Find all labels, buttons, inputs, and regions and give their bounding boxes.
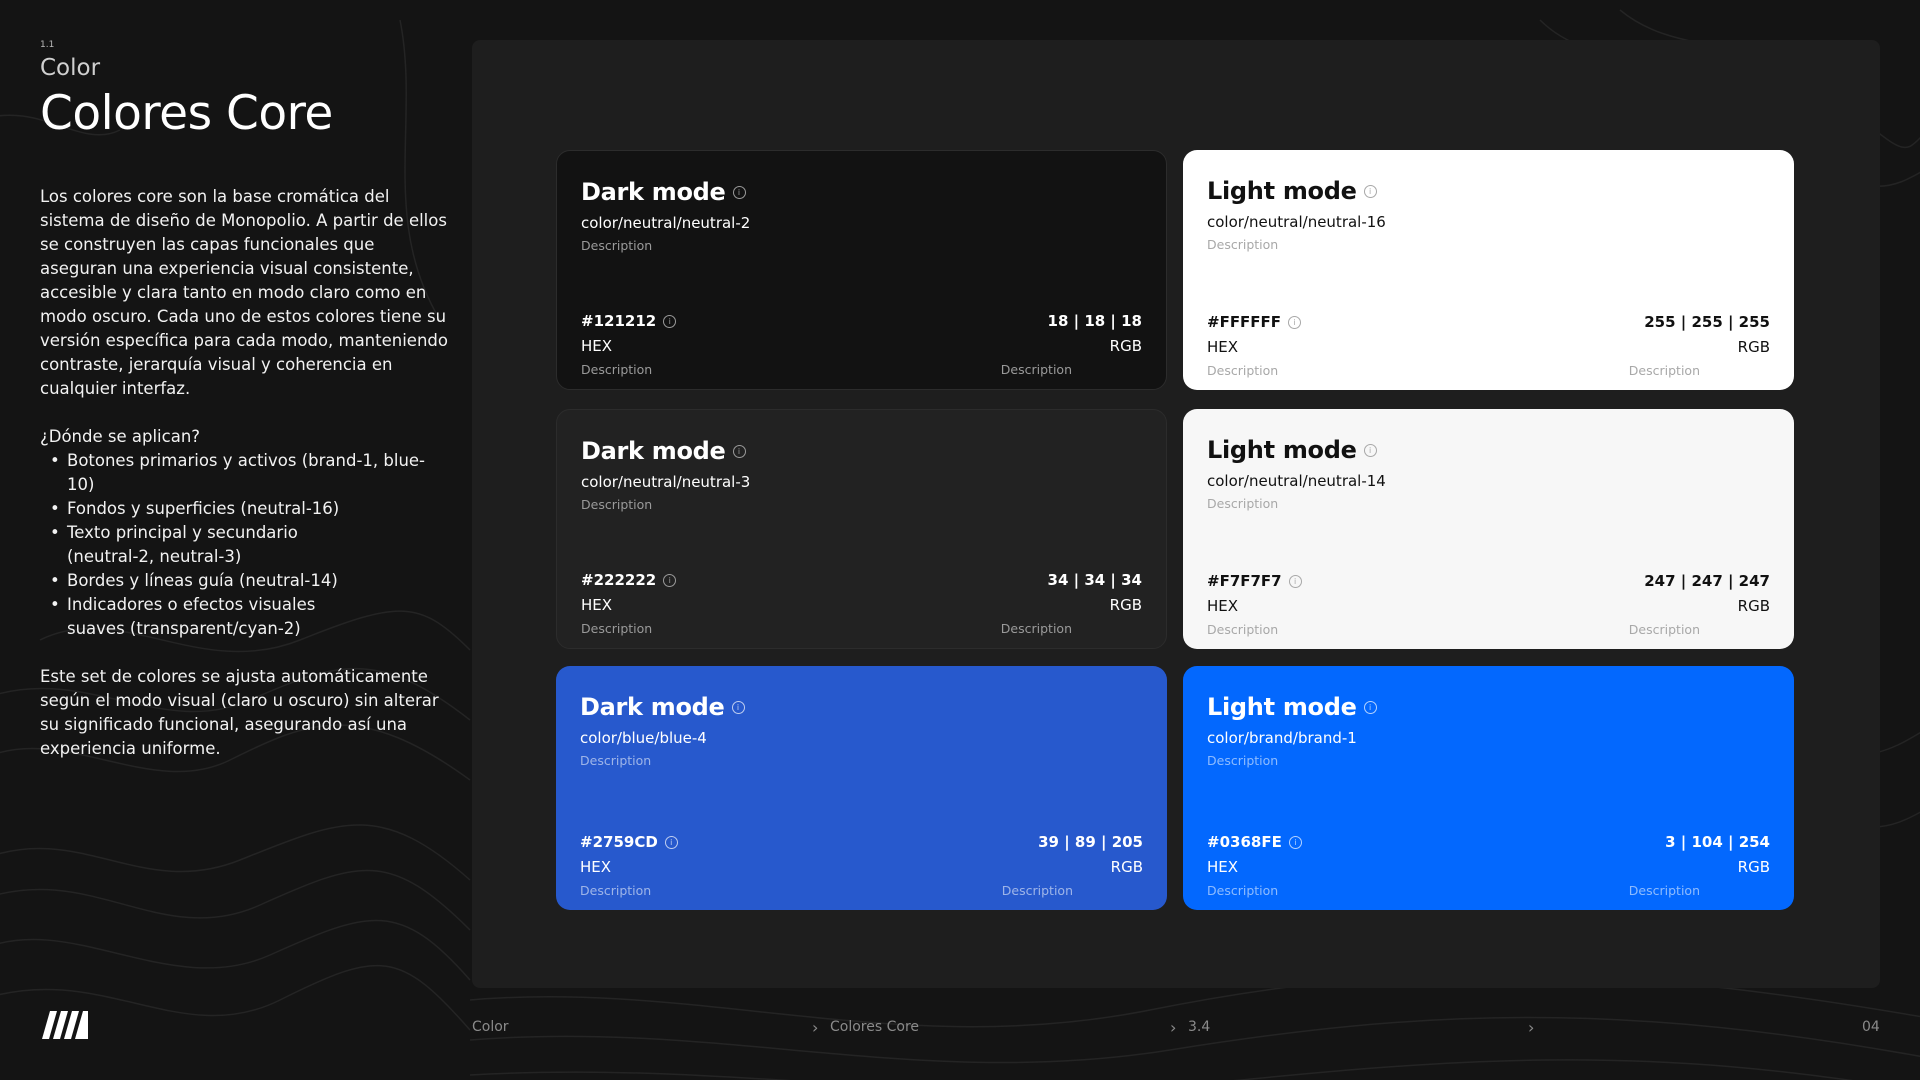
monopolio-logo [42, 1011, 88, 1039]
color-card-brand-1: Light mode i color/brand/brand-1 Descript… [1183, 666, 1794, 910]
intro-paragraph: Los colores core son la base cromática d… [40, 187, 448, 398]
breadcrumb-item-color[interactable]: Color [472, 1019, 509, 1035]
hex-label: HEX [580, 858, 612, 876]
rgb-label: RGB [1737, 858, 1770, 876]
info-icon[interactable]: i [732, 185, 746, 199]
closing-paragraph: Este set de colores se ajusta automática… [40, 667, 439, 758]
color-token: color/neutral/neutral-2 [581, 214, 751, 232]
color-token: color/blue/blue-4 [580, 729, 707, 747]
footer: Color › Colores Core › 3.4 › 04 [0, 1010, 1920, 1044]
rgb-value: 255 | 255 | 255 [1644, 313, 1770, 331]
card-description: Description [1207, 496, 1279, 511]
hex-value: #F7F7F7 [1207, 572, 1282, 590]
hex-label: HEX [1207, 338, 1239, 356]
mode-title: Dark mode [581, 178, 726, 206]
rgb-description: Description [1000, 362, 1072, 377]
chevron-right-icon: › [1170, 1018, 1177, 1037]
page-title: Colores Core [40, 86, 333, 141]
color-card-neutral-16: Light mode i color/neutral/neutral-16 Des… [1183, 150, 1794, 390]
info-icon[interactable]: i [732, 444, 746, 458]
chevron-right-icon: › [812, 1018, 819, 1037]
page-number: 04 [1862, 1019, 1880, 1035]
chevron-right-icon: › [1528, 1018, 1535, 1037]
rgb-description: Description [1628, 363, 1700, 378]
info-icon[interactable]: i [664, 835, 678, 849]
usage-question: ¿Dónde se aplican? [40, 427, 201, 446]
hex-value: #121212 [581, 312, 657, 330]
color-card-blue-4: Dark mode i color/blue/blue-4 Description… [556, 666, 1167, 910]
rgb-value: 18 | 18 | 18 [1047, 312, 1142, 330]
hex-description: Description [580, 883, 652, 898]
hex-description: Description [1207, 363, 1279, 378]
color-card-neutral-3: Dark mode i color/neutral/neutral-3 Descr… [556, 409, 1167, 649]
card-description: Description [1207, 753, 1279, 768]
rgb-value: 247 | 247 | 247 [1644, 572, 1770, 590]
hex-description: Description [581, 621, 653, 636]
usage-list: Botones primarios y activos (brand-1, bl… [40, 449, 450, 641]
rgb-label: RGB [1110, 858, 1143, 876]
hex-label: HEX [1207, 597, 1239, 615]
rgb-label: RGB [1737, 338, 1770, 356]
mode-title: Dark mode [580, 693, 725, 721]
hex-description: Description [1207, 883, 1279, 898]
intro-text: Los colores core son la base cromática d… [40, 185, 450, 761]
list-item: Fondos y superficies (neutral-16) [40, 497, 450, 521]
hex-label: HEX [1207, 858, 1239, 876]
info-icon[interactable]: i [1288, 835, 1302, 849]
info-icon[interactable]: i [663, 573, 677, 587]
section-number: 1.1 [40, 40, 55, 50]
intro-column: 1.1 Color Colores Core Los colores core … [40, 40, 450, 761]
mode-title: Light mode [1207, 177, 1357, 205]
card-description: Description [1207, 237, 1279, 252]
card-description: Description [581, 497, 653, 512]
hex-description: Description [581, 362, 653, 377]
hex-label: HEX [581, 337, 613, 355]
list-item: Bordes y líneas guía (neutral-14) [40, 569, 450, 593]
breadcrumb-item-subsection[interactable]: 3.4 [1188, 1019, 1210, 1035]
info-icon[interactable]: i [1363, 184, 1377, 198]
color-card-neutral-2: Dark mode i color/neutral/neutral-2 Descr… [556, 150, 1167, 390]
info-icon[interactable]: i [663, 314, 677, 328]
mode-title: Dark mode [581, 437, 726, 465]
info-icon[interactable]: i [1363, 443, 1377, 457]
hex-description: Description [1207, 622, 1279, 637]
hex-value: #2759CD [580, 833, 658, 851]
section-name: Color [40, 55, 101, 81]
rgb-description: Description [1001, 883, 1073, 898]
color-token: color/brand/brand-1 [1207, 729, 1357, 747]
rgb-value: 34 | 34 | 34 [1047, 571, 1142, 589]
info-icon[interactable]: i [1288, 574, 1302, 588]
info-icon[interactable]: i [1363, 700, 1377, 714]
mode-title: Light mode [1207, 693, 1357, 721]
list-item: Texto principal y secundario (neutral-2,… [40, 521, 337, 569]
rgb-description: Description [1000, 621, 1072, 636]
card-description: Description [581, 238, 653, 253]
breadcrumb-item-colores-core[interactable]: Colores Core [830, 1019, 919, 1035]
rgb-value: 39 | 89 | 205 [1038, 833, 1143, 851]
rgb-label: RGB [1109, 337, 1142, 355]
hex-label: HEX [581, 596, 613, 614]
rgb-description: Description [1628, 622, 1700, 637]
mode-title: Light mode [1207, 436, 1357, 464]
card-description: Description [580, 753, 652, 768]
rgb-label: RGB [1737, 597, 1770, 615]
list-item: Botones primarios y activos (brand-1, bl… [40, 449, 450, 497]
info-icon[interactable]: i [1288, 315, 1302, 329]
color-token: color/neutral/neutral-3 [581, 473, 751, 491]
rgb-label: RGB [1109, 596, 1142, 614]
info-icon[interactable]: i [731, 700, 745, 714]
hex-value: #FFFFFF [1207, 313, 1282, 331]
color-token: color/neutral/neutral-16 [1207, 213, 1386, 231]
list-item: Indicadores o efectos visuales suaves (t… [40, 593, 337, 641]
color-token: color/neutral/neutral-14 [1207, 472, 1386, 490]
color-card-neutral-14: Light mode i color/neutral/neutral-14 Des… [1183, 409, 1794, 649]
color-panel: Dark mode i color/neutral/neutral-2 Descr… [472, 40, 1880, 988]
rgb-value: 3 | 104 | 254 [1665, 833, 1770, 851]
hex-value: #0368FE [1207, 833, 1282, 851]
rgb-description: Description [1628, 883, 1700, 898]
hex-value: #222222 [581, 571, 657, 589]
